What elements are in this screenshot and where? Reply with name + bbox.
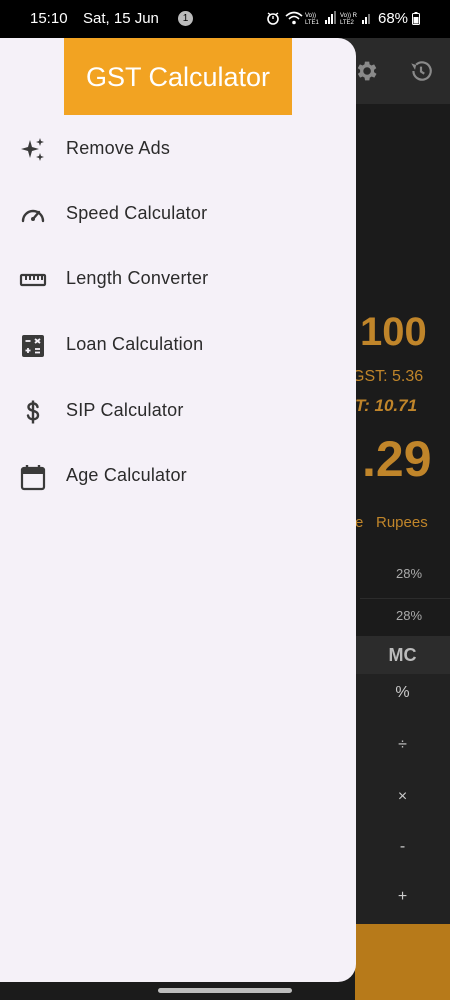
status-bar: 15:10 Sat, 15 Jun 1 Vo)) LTE1 Vo)) R LTE2 … [0, 0, 450, 38]
drawer-item-remove-ads[interactable]: Remove Ads [0, 124, 356, 174]
wifi-icon [285, 11, 303, 25]
svg-text:Vo)) R: Vo)) R [340, 13, 358, 19]
drawer-item-loan-calculation[interactable]: Loan Calculation [0, 320, 356, 370]
percent-key[interactable]: % [355, 684, 450, 702]
home-indicator[interactable] [158, 988, 292, 993]
unit-label: e [355, 514, 364, 531]
sparkle-icon [21, 138, 44, 161]
status-date: Sat, 15 Jun [83, 10, 159, 27]
navigation-drawer: GST Calculator Remove Ads Speed Calculat… [0, 38, 356, 982]
drawer-item-label: Age Calculator [66, 465, 187, 485]
ruler-icon [19, 273, 47, 287]
drawer-item-length-converter[interactable]: Length Converter [0, 254, 356, 304]
speedometer-icon [21, 209, 45, 223]
divide-key[interactable]: ÷ [355, 736, 450, 754]
minus-key[interactable]: - [355, 838, 450, 856]
keypad: MC % ÷ × - + [355, 636, 450, 926]
drawer-item-label: Speed Calculator [66, 203, 208, 223]
battery-icon [412, 12, 420, 25]
drawer-item-label: Loan Calculation [66, 334, 204, 354]
mc-key[interactable]: MC [355, 636, 450, 674]
rate-1: 28% [396, 566, 423, 581]
notification-count-badge: 1 [178, 11, 193, 26]
total-gst-value: T: 10.71 [355, 396, 418, 415]
drawer-item-label: SIP Calculator [66, 400, 184, 420]
calendar-icon [20, 465, 46, 491]
plus-key[interactable]: + [355, 888, 450, 906]
gear-icon[interactable] [353, 58, 379, 84]
svg-text:Vo)): Vo)) [305, 13, 316, 19]
history-icon[interactable] [408, 58, 434, 84]
result-display: .29 [362, 431, 432, 487]
drawer-item-age-calculator[interactable]: Age Calculator [0, 451, 356, 501]
alarm-icon [267, 12, 279, 25]
amount-display: 100 [360, 310, 427, 354]
battery-percent: 68% [378, 10, 409, 27]
drawer-item-sip-calculator[interactable]: SIP Calculator [0, 386, 356, 436]
currency-label: Rupees [376, 514, 428, 531]
gst-value: GST: 5.36 [352, 368, 424, 385]
status-time: 15:10 [30, 10, 68, 27]
svg-text:LTE1: LTE1 [305, 20, 320, 26]
rate-row-1[interactable]: 28% [360, 550, 450, 599]
svg-text:LTE2: LTE2 [340, 20, 355, 26]
rate-row-2[interactable]: 28% [360, 599, 450, 636]
drawer-item-speed-calculator[interactable]: Speed Calculator [0, 189, 356, 239]
drawer-item-label: Remove Ads [66, 138, 171, 158]
signal-sim2-icon: Vo)) RLTE2 [340, 13, 370, 26]
calculator-icon [22, 335, 44, 357]
multiply-key[interactable]: × [355, 788, 450, 806]
dollar-icon [26, 400, 40, 424]
rate-2: 28% [396, 608, 423, 623]
signal-sim1-icon: Vo))LTE1 [305, 11, 336, 26]
calculate-button-bar[interactable] [355, 924, 450, 1000]
drawer-item-label: Length Converter [66, 268, 209, 288]
drawer-title: GST Calculator [64, 38, 292, 115]
